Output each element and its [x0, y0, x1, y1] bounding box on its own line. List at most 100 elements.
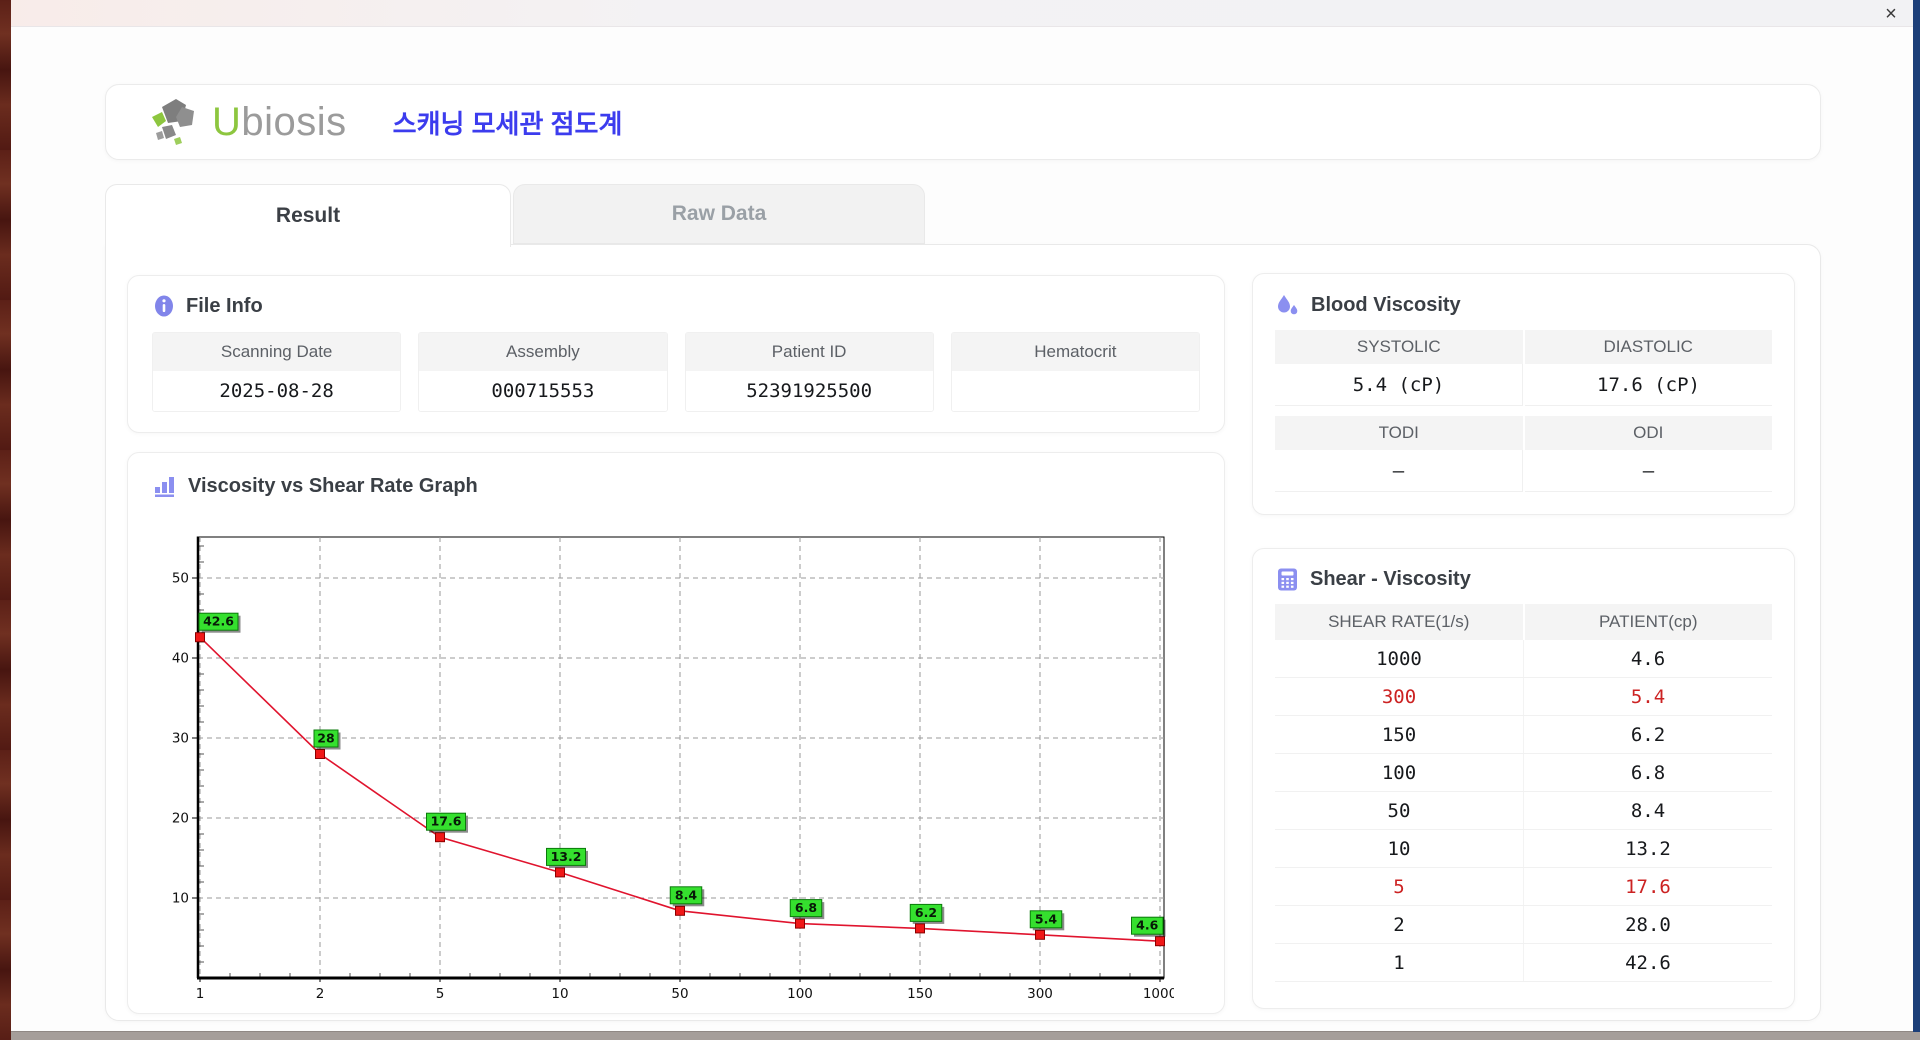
svg-text:20: 20 — [172, 811, 189, 827]
shear-viscosity-title: Shear - Viscosity — [1310, 568, 1471, 590]
file-info-field: Scanning Date 2025-08-28 — [152, 332, 402, 412]
svg-text:10: 10 — [172, 891, 189, 907]
svg-text:13.2: 13.2 — [551, 849, 582, 864]
svg-text:1: 1 — [196, 986, 205, 1002]
window-titlebar — [0, 0, 1920, 27]
svg-text:4.6: 4.6 — [1136, 918, 1158, 933]
patient-cell: 13.2 — [1625, 837, 1671, 860]
svg-text:50: 50 — [172, 571, 189, 587]
shear-row: 10 13.2 — [1275, 830, 1772, 868]
field-label: Hematocrit — [951, 333, 1199, 371]
shear-row: 2 28.0 — [1275, 906, 1772, 944]
window-right-border — [1913, 0, 1920, 1032]
shear-row: 1 42.6 — [1275, 944, 1772, 982]
field-value: 000715553 — [419, 371, 667, 411]
patient-cell: 5.4 — [1630, 685, 1666, 708]
shear-rate-cell: 1 — [1275, 944, 1524, 981]
shear-rate-cell: 150 — [1275, 716, 1524, 753]
patient-cell: 6.8 — [1630, 761, 1666, 784]
svg-text:42.6: 42.6 — [203, 614, 234, 629]
shear-viscosity-panel: Shear - Viscosity SHEAR RATE(1/s) PATIEN… — [1252, 548, 1795, 1009]
shear-row: 5 17.6 — [1275, 868, 1772, 906]
shear-rate-cell: 1000 — [1275, 640, 1524, 677]
svg-text:300: 300 — [1027, 986, 1053, 1002]
systolic-value: 5.4 (cP) — [1275, 364, 1523, 406]
logo-letters-biosis: biosis — [241, 99, 347, 144]
field-value: 2025-08-28 — [153, 371, 401, 411]
svg-text:10: 10 — [551, 986, 568, 1002]
app-title-korean: 스캐닝 모세관 점도계 — [392, 108, 623, 139]
patient-cell: 17.6 — [1625, 875, 1671, 898]
svg-text:50: 50 — [671, 986, 688, 1002]
ubiosis-logo: Ubiosis — [148, 95, 347, 149]
diastolic-value: 17.6 (cP) — [1525, 364, 1772, 406]
field-label: Assembly — [419, 333, 667, 371]
odi-label: ODI — [1524, 416, 1772, 450]
shear-row: 150 6.2 — [1275, 716, 1772, 754]
svg-text:100: 100 — [787, 986, 813, 1002]
shear-rate-cell: 300 — [1275, 678, 1524, 715]
shear-row: 300 5.4 — [1275, 678, 1772, 716]
odi-value: – — [1525, 450, 1772, 492]
field-label: Patient ID — [685, 333, 933, 371]
patient-cell: 6.2 — [1630, 723, 1666, 746]
patient-cell: 28.0 — [1625, 913, 1671, 936]
result-tab-content: File Info Scanning Date 2025-08-28 Assem… — [105, 244, 1821, 1021]
bar-chart-icon — [155, 477, 174, 497]
shear-rate-cell: 50 — [1275, 792, 1524, 829]
shear-rate-column-header: SHEAR RATE(1/s) — [1275, 604, 1523, 640]
window-bottom-border — [0, 1031, 1920, 1040]
shear-row: 1000 4.6 — [1275, 640, 1772, 678]
window-left-border — [0, 0, 11, 1040]
info-icon — [155, 295, 173, 317]
calculator-icon — [1278, 568, 1297, 591]
shear-rate-cell: 5 — [1275, 868, 1524, 905]
file-info-field: Assembly 000715553 — [418, 332, 668, 412]
file-info-title: File Info — [186, 294, 263, 317]
shear-viscosity-table: SHEAR RATE(1/s) PATIENT(cp) 1000 4.6 300… — [1275, 604, 1772, 982]
todi-value: – — [1275, 450, 1523, 492]
svg-text:17.6: 17.6 — [431, 814, 462, 829]
logo-letter-u: U — [212, 99, 242, 144]
field-label: Scanning Date — [153, 333, 401, 371]
svg-text:5: 5 — [436, 986, 445, 1002]
tab-raw-data[interactable]: Raw Data — [513, 184, 925, 244]
window-content: Ubiosis 스캐닝 모세관 점도계 Result Raw Data File… — [11, 27, 1913, 1031]
header-card: Ubiosis 스캐닝 모세관 점도계 — [105, 84, 1821, 160]
diastolic-label: DIASTOLIC — [1524, 330, 1772, 364]
shear-row: 50 8.4 — [1275, 792, 1772, 830]
svg-text:5.4: 5.4 — [1035, 911, 1057, 926]
blood-viscosity-panel: Blood Viscosity SYSTOLIC DIASTOLIC 5.4 (… — [1252, 273, 1795, 515]
svg-text:6.2: 6.2 — [915, 905, 937, 920]
shear-rate-cell: 10 — [1275, 830, 1524, 867]
ubiosis-logo-icon — [152, 99, 194, 145]
patient-cell: 42.6 — [1625, 951, 1671, 974]
patient-cell: 8.4 — [1630, 799, 1666, 822]
svg-text:6.8: 6.8 — [795, 900, 817, 915]
shear-rate-cell: 2 — [1275, 906, 1524, 943]
close-icon[interactable]: × — [1878, 2, 1904, 25]
svg-text:8.4: 8.4 — [675, 887, 697, 902]
droplets-icon — [1278, 295, 1298, 315]
svg-text:40: 40 — [172, 651, 189, 667]
viscosity-chart: 10 20 30 40 50 1 2 5 10 50 100 150 300 1000 42.6 28 17.6… — [164, 533, 1177, 1016]
file-info-field: Patient ID 52391925500 — [684, 332, 934, 412]
svg-text:1000: 1000 — [1143, 986, 1174, 1002]
field-value: 52391925500 — [685, 371, 933, 411]
field-value — [951, 371, 1199, 411]
svg-text:28: 28 — [317, 731, 334, 746]
patient-column-header: PATIENT(cp) — [1524, 604, 1772, 640]
tab-result[interactable]: Result — [105, 184, 511, 247]
file-info-field: Hematocrit — [950, 332, 1200, 412]
file-info-panel: File Info Scanning Date 2025-08-28 Assem… — [127, 275, 1225, 433]
todi-label: TODI — [1275, 416, 1523, 450]
shear-row: 100 6.8 — [1275, 754, 1772, 792]
svg-text:2: 2 — [316, 986, 325, 1002]
patient-cell: 4.6 — [1630, 647, 1666, 670]
viscosity-graph-panel: Viscosity vs Shear Rate Graph 10 20 30 40 50… — [127, 452, 1225, 1014]
graph-title: Viscosity vs Shear Rate Graph — [188, 474, 478, 497]
ubiosis-logo-text: Ubiosis — [212, 100, 347, 145]
svg-text:30: 30 — [172, 731, 189, 747]
shear-rate-cell: 100 — [1275, 754, 1524, 791]
svg-text:150: 150 — [907, 986, 933, 1002]
